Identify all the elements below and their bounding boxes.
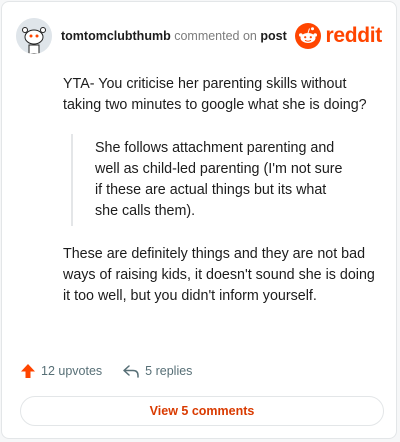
username-link[interactable]: tomtomclubthumb [61, 29, 171, 43]
replies-button[interactable]: 5 replies [122, 363, 192, 379]
avatar[interactable] [16, 18, 52, 54]
reply-count: 5 replies [145, 364, 193, 378]
comment-body: YTA- You criticise her parenting skills … [63, 74, 383, 307]
reddit-wordmark: reddit [325, 24, 382, 47]
upvote-arrow-icon [21, 364, 35, 378]
post-link[interactable]: post [260, 29, 286, 43]
snoo-avatar-icon [16, 18, 52, 54]
view-comments-button[interactable]: View 5 comments [20, 396, 384, 426]
action-text: commented on [174, 29, 257, 43]
reddit-snoo-icon [295, 23, 322, 49]
reddit-logo[interactable]: reddit [295, 23, 382, 49]
upvote-button[interactable]: 12 upvotes [20, 363, 102, 379]
reply-arrow-icon [123, 365, 139, 378]
comment-paragraph-1: YTA- You criticise her parenting skills … [63, 76, 367, 113]
upvote-count: 12 upvotes [41, 364, 103, 378]
comment-meta: tomtomclubthumb commented on post [61, 29, 295, 43]
quote-block: She follows attachment parenting and wel… [71, 134, 350, 226]
comment-card: tomtomclubthumb commented on post reddit… [1, 1, 397, 439]
comment-header: tomtomclubthumb commented on post reddit [16, 16, 382, 56]
comment-actions: 12 upvotes 5 replies [20, 360, 192, 382]
quote-text: She follows attachment parenting and wel… [95, 140, 343, 219]
comment-paragraph-2: These are definitely things and they are… [63, 246, 375, 304]
